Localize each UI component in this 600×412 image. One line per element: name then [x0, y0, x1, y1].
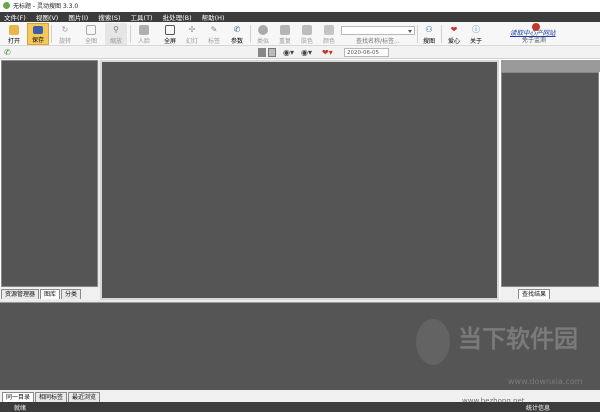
- favorite-filter-icon[interactable]: ❤▾: [322, 48, 333, 57]
- rotate-button[interactable]: ↻ 旋转: [54, 23, 76, 45]
- statistics-text: 统计信息: [526, 404, 551, 412]
- tag-icon: ✎: [210, 25, 218, 34]
- face-button[interactable]: 人脸: [133, 23, 155, 45]
- date-field[interactable]: 2020-06-05: [344, 48, 389, 57]
- window-title: 无标题 - 灵动搜图 3.3.0: [13, 2, 79, 10]
- menu-help[interactable]: 帮助(H): [202, 12, 225, 22]
- watermark-logo-icon: [416, 319, 450, 365]
- tab-same-tag[interactable]: 相同标签: [35, 392, 68, 402]
- skin-color-icon: [302, 25, 312, 35]
- heart-icon: ❤: [450, 25, 458, 34]
- menu-view[interactable]: 视图(V): [36, 12, 59, 22]
- watermark-title: 当下软件园: [458, 325, 578, 353]
- search-hint: 查找名称/标签...: [356, 38, 400, 45]
- toolbar-separator: [51, 25, 52, 43]
- fit-screen-icon: [86, 25, 96, 35]
- menu-bar: 文件(F) 视图(V) 图片(I) 搜索(S) 工具(T) 批处理(B) 帮助(…: [0, 12, 600, 22]
- slideshow-icon: ✣: [188, 25, 196, 34]
- face-icon: [139, 25, 149, 35]
- right-tab-strip: 查找结果: [518, 288, 551, 299]
- settings-button[interactable]: ✆ 参数: [226, 23, 248, 45]
- website-link-subtitle: 免于监测: [522, 37, 547, 44]
- search-image-icon: ⚇: [425, 25, 433, 34]
- title-bar: 无标题 - 灵动搜图 3.3.0: [0, 0, 600, 10]
- menu-batch[interactable]: 批处理(B): [163, 12, 192, 22]
- secondary-toolbar: ✆ ◉▾ ◉▾ ❤▾ 2020-06-05: [0, 46, 600, 59]
- duplicate-icon: [280, 25, 290, 35]
- zoom-button[interactable]: ⚲ 缩放: [105, 23, 127, 45]
- toolbar-separator: [130, 25, 131, 43]
- tab-gallery[interactable]: 图库: [40, 289, 61, 299]
- flag-filter-icon[interactable]: ◉▾: [301, 48, 312, 57]
- about-icon: ⓘ: [472, 25, 480, 34]
- bottom-tab-strip: 同一目录 相同标签 最近浏览: [2, 391, 101, 402]
- tab-explorer[interactable]: 资源管理器: [1, 289, 40, 299]
- color-button[interactable]: 颜色: [318, 23, 340, 45]
- tab-same-folder[interactable]: 同一目录: [2, 392, 35, 402]
- slideshow-button[interactable]: ✣ 幻灯: [181, 23, 203, 45]
- grid-view-icon[interactable]: [268, 48, 276, 57]
- folder-open-icon: [9, 25, 19, 35]
- menu-search[interactable]: 搜索(S): [98, 12, 120, 22]
- menu-file[interactable]: 文件(F): [4, 12, 26, 22]
- search-image-button[interactable]: ⚇ 搜图: [418, 23, 440, 45]
- duplicate-button[interactable]: 重复: [274, 23, 296, 45]
- rotate-icon: ↻: [61, 25, 69, 34]
- view-mode-icon[interactable]: [258, 48, 266, 57]
- left-tab-strip: 资源管理器 图库 分类: [1, 288, 82, 299]
- heart-button[interactable]: ❤ 爱心: [443, 23, 465, 45]
- tab-recent[interactable]: 最近浏览: [68, 392, 101, 402]
- save-icon: [33, 26, 43, 34]
- zoom-icon: ⚲: [113, 25, 119, 34]
- rating-filter-icon[interactable]: ◉▾: [283, 48, 294, 57]
- status-text: 就绪: [14, 404, 27, 412]
- image-view-panel[interactable]: [100, 60, 499, 300]
- search-combo[interactable]: [341, 26, 415, 35]
- tab-search-results[interactable]: 查找结果: [518, 289, 551, 299]
- about-button[interactable]: ⓘ 关于: [465, 23, 487, 45]
- toolbar-separator: [441, 25, 442, 43]
- phone-icon[interactable]: ✆: [4, 48, 11, 57]
- fullscreen-icon: [165, 25, 175, 35]
- skin-color-button[interactable]: 肤色: [296, 23, 318, 45]
- menu-image[interactable]: 图片(I): [68, 12, 88, 22]
- right-panel-header: [501, 60, 600, 72]
- fit-screen-button[interactable]: 全图: [80, 23, 102, 45]
- left-panel[interactable]: [1, 60, 98, 287]
- tag-button[interactable]: ✎ 标签: [203, 23, 225, 45]
- color-icon: [324, 25, 334, 35]
- fullscreen-button[interactable]: 全屏: [159, 23, 181, 45]
- similar-icon: [258, 25, 268, 35]
- menu-tools[interactable]: 工具(T): [131, 12, 153, 22]
- toolbar-separator: [250, 25, 251, 43]
- app-logo-icon: [3, 1, 10, 9]
- tab-category[interactable]: 分类: [61, 289, 82, 299]
- watermark-url: www.downxia.com: [508, 377, 583, 386]
- main-toolbar: 打开 保存 ↻ 旋转 全图 ⚲ 缩放 人脸 全屏 ✣ 幻灯 ✎ 标签 ✆ 参数 …: [0, 22, 600, 46]
- status-bar: 就绪 统计信息: [0, 402, 600, 412]
- watermark: 当下软件园 www.downxia.com: [410, 315, 590, 395]
- save-button[interactable]: 保存: [27, 23, 49, 45]
- open-button[interactable]: 打开: [3, 23, 25, 45]
- wrench-icon: ✆: [233, 25, 241, 34]
- search-results-panel[interactable]: [501, 72, 599, 287]
- similar-button[interactable]: 类似: [252, 23, 274, 45]
